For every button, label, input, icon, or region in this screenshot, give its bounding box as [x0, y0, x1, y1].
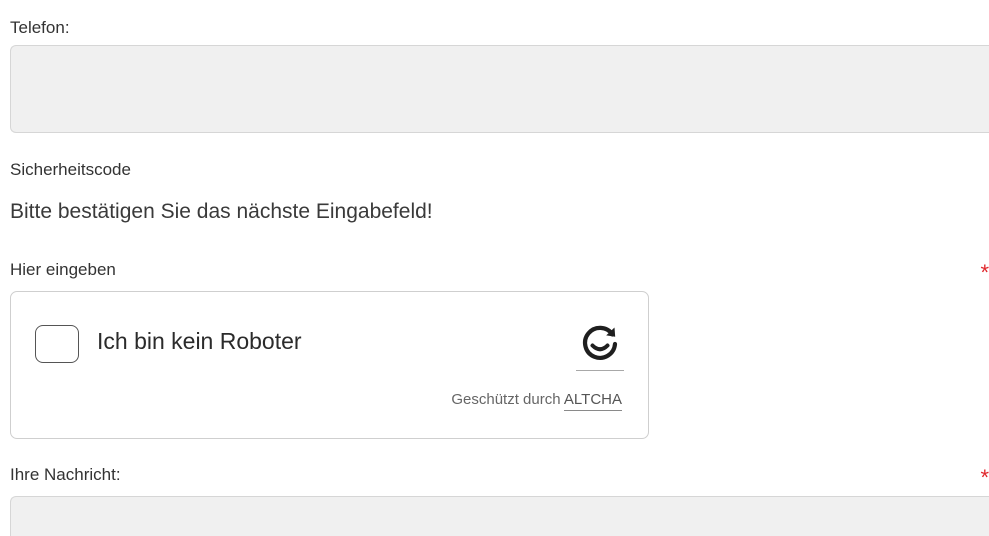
captcha-footer: Geschützt durch ALTCHA	[451, 391, 622, 411]
not-robot-checkbox[interactable]	[35, 325, 79, 363]
altcha-link[interactable]: ALTCHA	[563, 391, 622, 411]
message-required-mark: *	[980, 465, 989, 490]
message-label: Ihre Nachricht:	[10, 465, 121, 484]
not-robot-label[interactable]: Ich bin kein Roboter	[97, 328, 302, 355]
altcha-logo-icon	[582, 325, 618, 360]
security-title: Sicherheitscode	[10, 160, 131, 179]
captcha-required-mark: *	[980, 260, 989, 285]
security-hint: Bitte bestätigen Sie das nächste Eingabe…	[10, 200, 433, 223]
contact-form: Telefon: Sicherheitscode Bitte bestätige…	[0, 0, 989, 536]
phone-input[interactable]	[10, 45, 989, 133]
logo-underline	[576, 370, 624, 371]
altcha-widget: Ich bin kein Roboter Geschützt durch ALT…	[10, 291, 649, 439]
protected-by-text: Geschützt durch	[451, 391, 561, 408]
captcha-input-label: Hier eingeben	[10, 260, 116, 279]
phone-label: Telefon:	[10, 18, 70, 37]
message-textarea[interactable]	[10, 496, 989, 536]
